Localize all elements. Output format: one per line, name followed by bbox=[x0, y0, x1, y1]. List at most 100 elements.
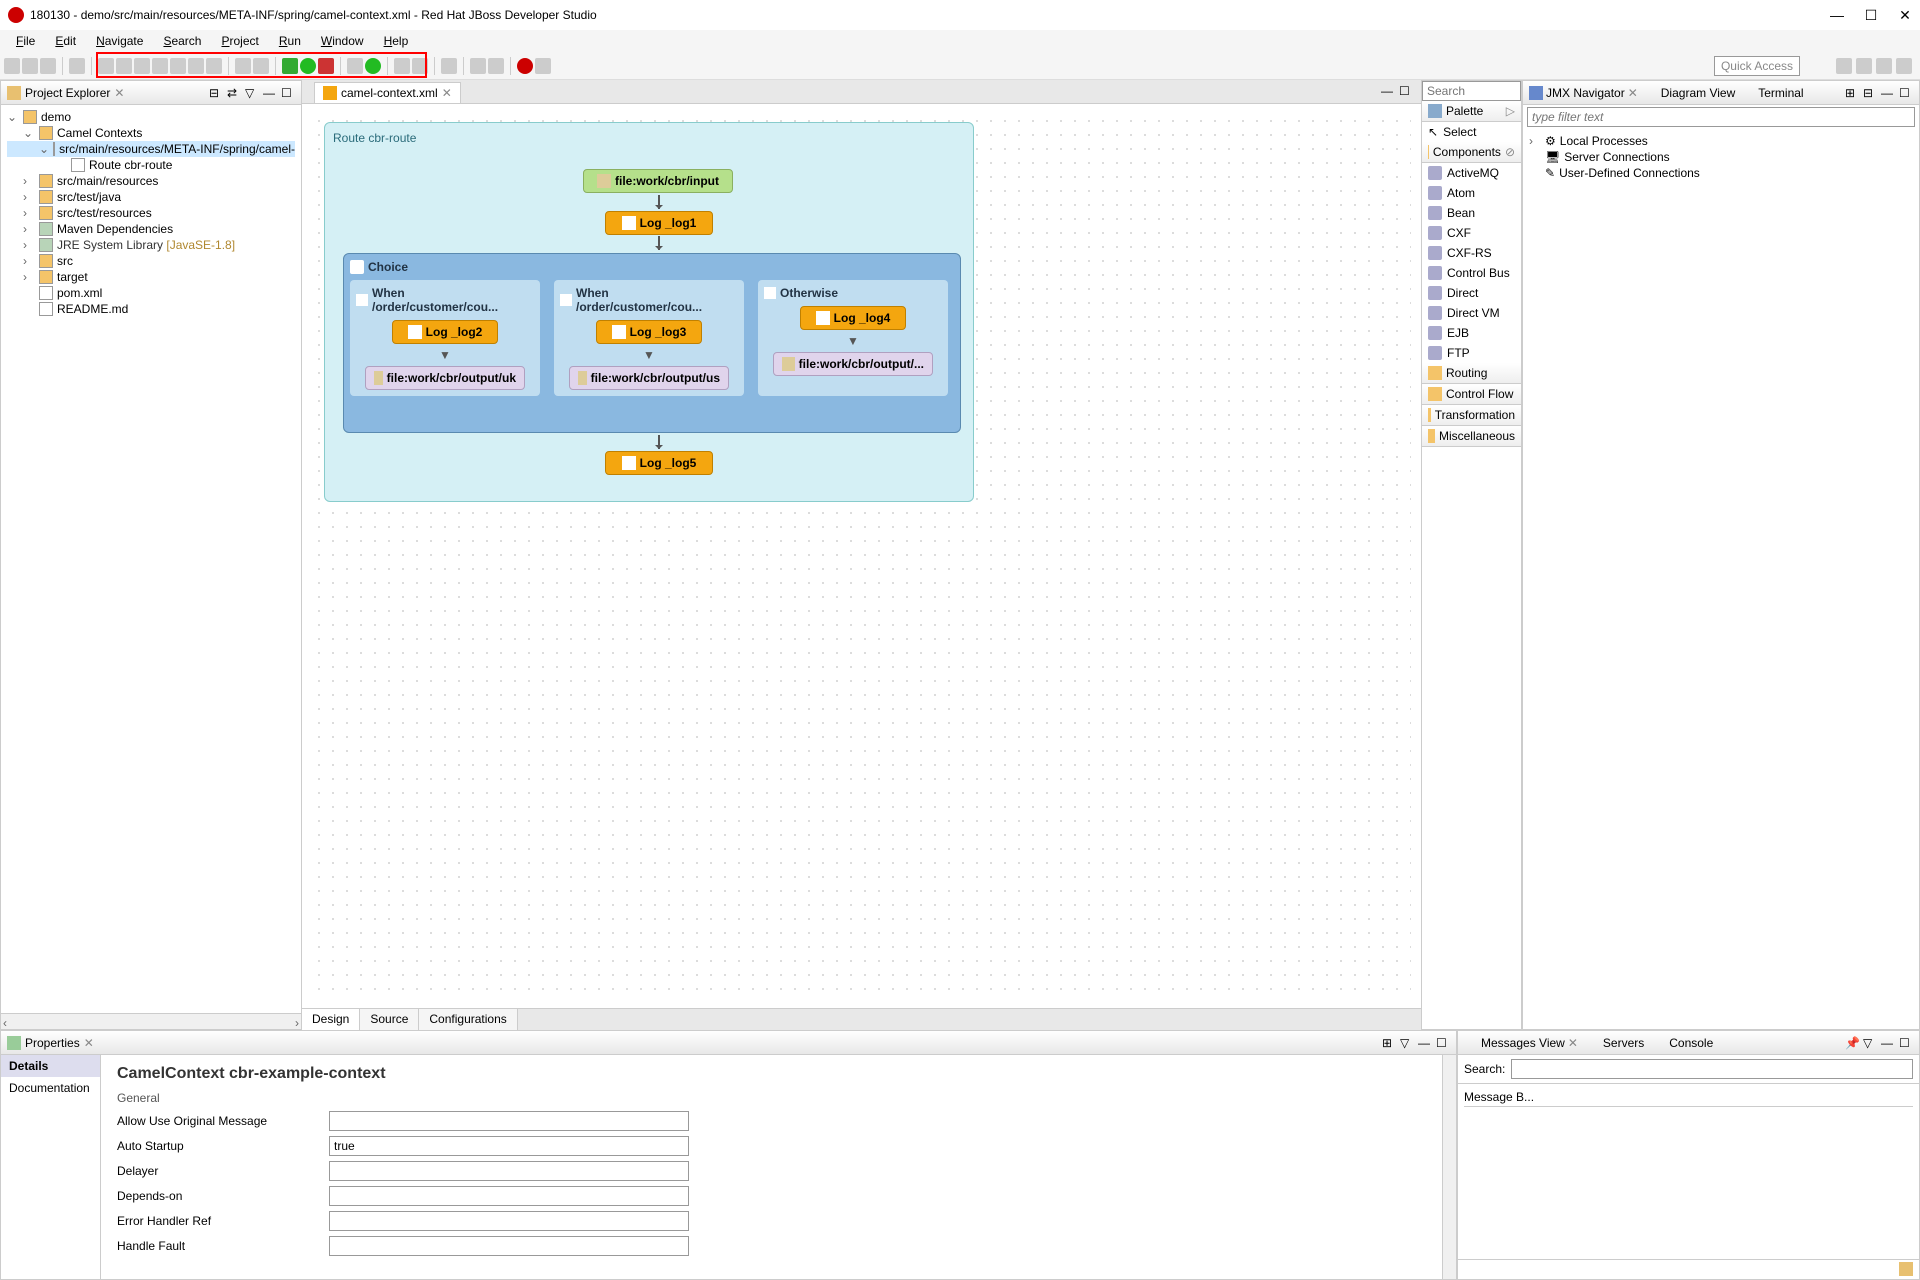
menu-project[interactable]: Project bbox=[213, 32, 266, 50]
when2-branch[interactable]: When /order/customer/cou... Log _log3 ▼ … bbox=[554, 280, 744, 396]
expander-icon[interactable]: › bbox=[23, 222, 35, 236]
bottom-tab-design[interactable]: Design bbox=[302, 1009, 360, 1030]
pin-icon[interactable]: 📌 bbox=[1845, 1036, 1859, 1050]
props-tab-documentation[interactable]: Documentation bbox=[1, 1077, 100, 1099]
tab-terminal[interactable]: Terminal bbox=[1741, 86, 1803, 100]
pin-icon[interactable]: ⊘ bbox=[1505, 145, 1515, 159]
minimize-view-icon[interactable]: — bbox=[1418, 1036, 1432, 1050]
palette-item[interactable]: Direct bbox=[1422, 283, 1521, 303]
diagram-canvas[interactable]: Route cbr-route file:work/cbr/input Log … bbox=[302, 104, 1421, 1008]
palette-item[interactable]: Bean bbox=[1422, 203, 1521, 223]
menu-navigate[interactable]: Navigate bbox=[88, 32, 151, 50]
expander-icon[interactable]: ⌄ bbox=[7, 110, 19, 124]
palette-item[interactable]: Atom bbox=[1422, 183, 1521, 203]
jboss-icon[interactable] bbox=[517, 58, 533, 74]
close-button[interactable]: ✕ bbox=[1898, 8, 1912, 22]
resume-icon[interactable] bbox=[98, 58, 114, 74]
grid-icon[interactable] bbox=[347, 58, 363, 74]
jmx-tree[interactable]: ›⚙Local Processes🖥Server Connections✎Use… bbox=[1523, 129, 1919, 1029]
jmx-item[interactable]: 🖥Server Connections bbox=[1529, 149, 1913, 165]
palette-group-control-flow[interactable]: Control Flow bbox=[1422, 384, 1521, 405]
messages-search-input[interactable] bbox=[1511, 1059, 1913, 1079]
menu-window[interactable]: Window bbox=[313, 32, 372, 50]
palette-search[interactable] bbox=[1422, 81, 1521, 101]
jmx-item[interactable]: ›⚙Local Processes bbox=[1529, 133, 1913, 149]
menu-help[interactable]: Help bbox=[376, 32, 417, 50]
palette-item[interactable]: CXF-RS bbox=[1422, 243, 1521, 263]
expander-icon[interactable]: › bbox=[1529, 134, 1541, 148]
close-icon[interactable]: ✕ bbox=[1568, 1036, 1578, 1050]
refresh-icon[interactable] bbox=[365, 58, 381, 74]
field-input[interactable] bbox=[329, 1136, 689, 1156]
toggle-icon[interactable] bbox=[69, 58, 85, 74]
maximize-view-icon[interactable]: ☐ bbox=[1436, 1036, 1450, 1050]
tree-item[interactable]: README.md bbox=[7, 301, 295, 317]
jboss-perspective-icon[interactable] bbox=[1896, 58, 1912, 74]
out-other-node[interactable]: file:work/cbr/output/... bbox=[773, 352, 933, 376]
expander-icon[interactable]: › bbox=[23, 270, 35, 284]
expander-icon[interactable]: › bbox=[23, 238, 35, 252]
minimize-view-icon[interactable]: — bbox=[1881, 1036, 1895, 1050]
expander-icon[interactable]: ⌄ bbox=[23, 126, 35, 140]
log2-node[interactable]: Log _log2 bbox=[392, 320, 498, 344]
field-input[interactable] bbox=[329, 1211, 689, 1231]
field-input[interactable] bbox=[329, 1161, 689, 1181]
tree-item[interactable]: ⌄Camel Contexts bbox=[7, 125, 295, 141]
bottom-tab-configurations[interactable]: Configurations bbox=[419, 1009, 517, 1030]
close-icon[interactable]: ✕ bbox=[442, 86, 452, 100]
bottom-tab-source[interactable]: Source bbox=[360, 1009, 419, 1030]
when1-branch[interactable]: When /order/customer/cou... Log _log2 ▼ … bbox=[350, 280, 540, 396]
reload-icon[interactable] bbox=[535, 58, 551, 74]
jmx-item[interactable]: ✎User-Defined Connections bbox=[1529, 165, 1913, 181]
open-perspective-icon[interactable] bbox=[1836, 58, 1852, 74]
step-over-icon[interactable] bbox=[188, 58, 204, 74]
field-input[interactable] bbox=[329, 1111, 689, 1131]
menu-search[interactable]: Search bbox=[155, 32, 209, 50]
menu-file[interactable]: File bbox=[8, 32, 43, 50]
scroll-right-icon[interactable]: › bbox=[295, 1016, 299, 1030]
collapse-all-icon[interactable]: ⊟ bbox=[209, 86, 223, 100]
tree-item[interactable]: ›src/test/resources bbox=[7, 205, 295, 221]
new-connection-icon[interactable]: ⊞ bbox=[1845, 86, 1859, 100]
tree-item[interactable]: pom.xml bbox=[7, 285, 295, 301]
expander-icon[interactable]: › bbox=[23, 190, 35, 204]
perspective-icon[interactable] bbox=[441, 58, 457, 74]
back-icon[interactable] bbox=[470, 58, 486, 74]
view-menu-icon[interactable]: ▽ bbox=[1863, 1036, 1877, 1050]
out-us-node[interactable]: file:work/cbr/output/us bbox=[569, 366, 729, 390]
tree-item[interactable]: ›src/test/java bbox=[7, 189, 295, 205]
fuse-perspective-icon[interactable] bbox=[1856, 58, 1872, 74]
save-icon[interactable] bbox=[22, 58, 38, 74]
run-icon[interactable] bbox=[300, 58, 316, 74]
terminate-icon[interactable] bbox=[134, 58, 150, 74]
palette-item[interactable]: Direct VM bbox=[1422, 303, 1521, 323]
file-input-node[interactable]: file:work/cbr/input bbox=[583, 169, 733, 193]
tab-console[interactable]: Console bbox=[1652, 1036, 1713, 1050]
view-menu-icon[interactable]: ▽ bbox=[245, 86, 259, 100]
quick-access[interactable]: Quick Access bbox=[1714, 56, 1800, 76]
disconnect-icon[interactable] bbox=[152, 58, 168, 74]
maximize-view-icon[interactable]: ☐ bbox=[1899, 1036, 1913, 1050]
editor-tab[interactable]: camel-context.xml ✕ bbox=[314, 82, 461, 103]
field-input[interactable] bbox=[329, 1236, 689, 1256]
view-menu-icon[interactable]: ▽ bbox=[1400, 1036, 1414, 1050]
palette-group-routing[interactable]: Routing bbox=[1422, 363, 1521, 384]
close-icon[interactable]: ✕ bbox=[1628, 86, 1638, 100]
scrollbar-horizontal[interactable]: ‹ › bbox=[1, 1013, 301, 1029]
link-editor-icon[interactable]: ⇄ bbox=[227, 86, 241, 100]
menu-run[interactable]: Run bbox=[271, 32, 309, 50]
expander-icon[interactable]: › bbox=[23, 174, 35, 188]
maximize-editor-icon[interactable]: ☐ bbox=[1399, 84, 1413, 98]
tab-servers[interactable]: Servers bbox=[1586, 1036, 1644, 1050]
new-icon[interactable] bbox=[4, 58, 20, 74]
tree-item[interactable]: ⌄demo bbox=[7, 109, 295, 125]
tree-item[interactable]: ⌄src/main/resources/META-INF/spring/came… bbox=[7, 141, 295, 157]
messages-column-header[interactable]: Message B... bbox=[1464, 1088, 1913, 1107]
minimize-view-icon[interactable]: — bbox=[1881, 86, 1895, 100]
tree-item[interactable]: ›src/main/resources bbox=[7, 173, 295, 189]
tree-item[interactable]: ›target bbox=[7, 269, 295, 285]
scrollbar-vertical[interactable] bbox=[1442, 1055, 1456, 1279]
minimize-button[interactable]: — bbox=[1830, 8, 1844, 22]
project-tree[interactable]: ⌄demo⌄Camel Contexts⌄src/main/resources/… bbox=[1, 105, 301, 1013]
skip-breakpoints-icon[interactable] bbox=[253, 58, 269, 74]
